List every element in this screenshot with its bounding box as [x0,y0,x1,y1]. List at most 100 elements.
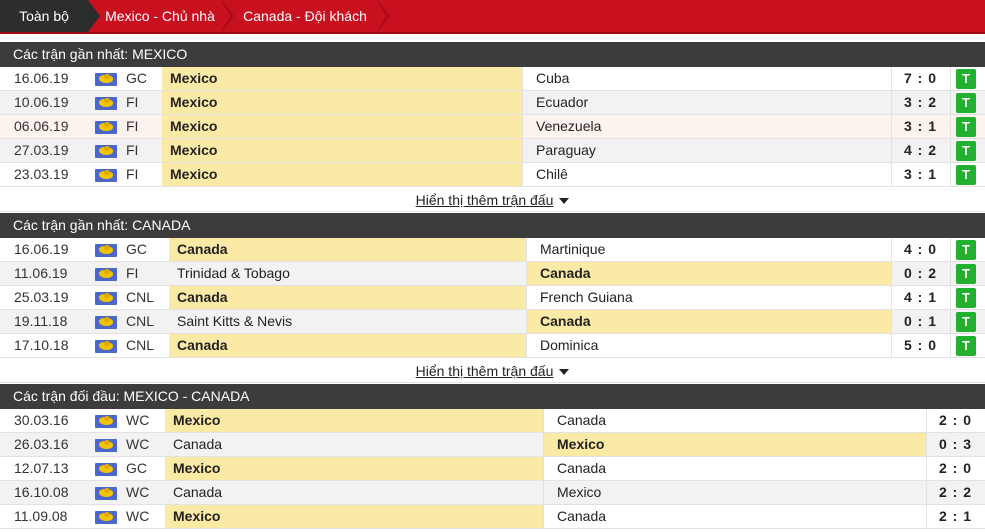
column-divider [950,115,951,139]
show-more-link[interactable]: Hiển thị thêm trận đấu [416,192,554,208]
tab-mexico-home[interactable]: Mexico - Chủ nhà [100,0,220,32]
match-row[interactable]: 11.09.08 WC Mexico Canada 2 : 1 [0,505,985,529]
caret-down-icon[interactable] [559,369,570,375]
away-team[interactable]: Canada [544,409,927,432]
match-row[interactable]: 16.06.19 GC Mexico Cuba 7 : 0 T [0,67,985,91]
league-code[interactable]: WC [126,433,166,456]
league-flag-icon [95,145,117,158]
match-date: 23.03.19 [14,166,69,182]
league-code[interactable]: FI [126,163,166,186]
away-team[interactable]: French Guiana [527,286,892,309]
away-team[interactable]: Chilê [523,163,891,186]
league-flag-icon [95,439,117,452]
league-code[interactable]: WC [126,409,166,432]
match-score[interactable]: 3 : 1 [891,115,950,138]
league-code[interactable]: GC [126,67,166,90]
away-team[interactable]: Canada [544,505,927,528]
caret-down-icon[interactable] [559,198,570,204]
home-team[interactable]: Canada [169,238,526,261]
match-score[interactable]: 4 : 1 [891,286,950,309]
home-team[interactable]: Mexico [162,115,522,138]
home-team[interactable]: Mexico [165,409,543,432]
match-score[interactable]: 3 : 1 [891,163,950,186]
section-title-canada: Các trận gần nhất: CANADA [0,213,985,238]
league-code[interactable]: CNL [126,334,166,357]
away-team[interactable]: Canada [527,310,892,333]
league-code[interactable]: GC [126,457,166,480]
match-score[interactable]: 0 : 3 [926,433,985,456]
match-row[interactable]: 10.06.19 FI Mexico Ecuador 3 : 2 T [0,91,985,115]
league-code[interactable]: CNL [126,286,166,309]
league-code[interactable]: CNL [126,310,166,333]
league-flag-shape [104,146,110,151]
match-score[interactable]: 2 : 0 [926,457,985,480]
home-team[interactable]: Saint Kitts & Nevis [169,310,526,333]
match-score[interactable]: 3 : 2 [891,91,950,114]
away-team[interactable]: Venezuela [523,115,891,138]
column-divider [950,310,951,334]
home-team[interactable]: Canada [165,481,543,504]
match-row[interactable]: 25.03.19 CNL Canada French Guiana 4 : 1 T [0,286,985,310]
home-team[interactable]: Canada [169,286,526,309]
home-team[interactable]: Mexico [162,91,522,114]
away-team[interactable]: Canada [527,262,892,285]
home-team[interactable]: Mexico [162,139,522,162]
match-row[interactable]: 30.03.16 WC Mexico Canada 2 : 0 [0,409,985,433]
match-score[interactable]: 4 : 0 [891,238,950,261]
tab-all[interactable]: Toàn bộ [0,0,88,32]
match-row[interactable]: 27.03.19 FI Mexico Paraguay 4 : 2 T [0,139,985,163]
match-score[interactable]: 0 : 2 [891,262,950,285]
league-code[interactable]: FI [126,91,166,114]
away-team[interactable]: Canada [544,457,927,480]
match-date: 16.06.19 [14,70,69,86]
match-row[interactable]: 19.11.18 CNL Saint Kitts & Nevis Canada 0 : … [0,310,985,334]
league-flag-icon [95,97,117,110]
match-row[interactable]: 23.03.19 FI Mexico Chilê 3 : 1 T [0,163,985,187]
away-team[interactable]: Mexico [544,433,927,456]
match-score[interactable]: 5 : 0 [891,334,950,357]
home-team[interactable]: Canada [165,433,543,456]
home-team[interactable]: Mexico [165,457,543,480]
match-score[interactable]: 2 : 2 [926,481,985,504]
away-team[interactable]: Mexico [544,481,927,504]
show-more-link[interactable]: Hiển thị thêm trận đấu [416,363,554,379]
tab-canada-away[interactable]: Canada - Đội khách [234,0,376,32]
match-date: 10.06.19 [14,94,69,110]
section-title-h2h: Các trận đối đầu: MEXICO - CANADA [0,384,985,409]
home-team[interactable]: Mexico [162,163,522,186]
match-score[interactable]: 0 : 1 [891,310,950,333]
away-team[interactable]: Dominica [527,334,892,357]
away-team[interactable]: Ecuador [523,91,891,114]
home-team[interactable]: Mexico [165,505,543,528]
match-row[interactable]: 16.06.19 GC Canada Martinique 4 : 0 T [0,238,985,262]
away-team[interactable]: Martinique [527,238,892,261]
match-score[interactable]: 2 : 0 [926,409,985,432]
match-row[interactable]: 12.07.13 GC Mexico Canada 2 : 0 [0,457,985,481]
match-row[interactable]: 06.06.19 FI Mexico Venezuela 3 : 1 T [0,115,985,139]
result-badge: T [956,93,976,113]
match-row[interactable]: 26.03.16 WC Canada Mexico 0 : 3 [0,433,985,457]
league-flag-shape [104,440,110,445]
away-team[interactable]: Cuba [523,67,891,90]
home-team[interactable]: Canada [169,334,526,357]
league-code[interactable]: FI [126,262,166,285]
match-row[interactable]: 16.10.08 WC Canada Mexico 2 : 2 [0,481,985,505]
league-code[interactable]: GC [126,238,166,261]
league-flag-shape [104,488,110,493]
match-score[interactable]: 2 : 1 [926,505,985,528]
league-flag-icon [95,340,117,353]
home-team[interactable]: Trinidad & Tobago [169,262,526,285]
match-row[interactable]: 11.06.19 FI Trinidad & Tobago Canada 0 : 2 T [0,262,985,286]
match-date: 17.10.18 [14,337,69,353]
home-team[interactable]: Mexico [162,67,522,90]
league-code[interactable]: FI [126,139,166,162]
league-code[interactable]: WC [126,481,166,504]
result-badge: T [956,117,976,137]
column-divider [950,163,951,187]
away-team[interactable]: Paraguay [523,139,891,162]
match-row[interactable]: 17.10.18 CNL Canada Dominica 5 : 0 T [0,334,985,358]
match-score[interactable]: 4 : 2 [891,139,950,162]
league-code[interactable]: FI [126,115,166,138]
league-code[interactable]: WC [126,505,166,528]
match-score[interactable]: 7 : 0 [891,67,950,90]
